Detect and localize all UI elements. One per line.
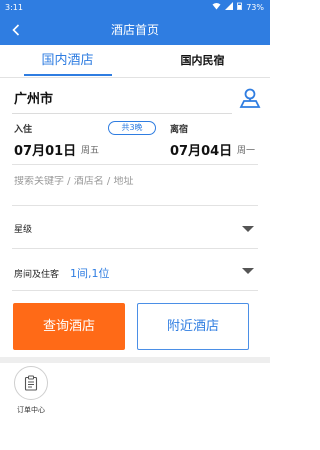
- order-center-shortcut[interactable]: 订单中心: [11, 366, 51, 418]
- nearby-hotels-button[interactable]: 附近酒店: [137, 303, 249, 350]
- search-input[interactable]: [14, 176, 254, 187]
- divider: [12, 290, 258, 291]
- star-rating-selector[interactable]: 星级: [12, 212, 258, 246]
- divider: [12, 164, 258, 165]
- clipboard-icon: [24, 375, 38, 391]
- hotel-type-tabs: 国内酒店 国内民宿: [0, 45, 270, 78]
- battery-percent: 73%: [246, 3, 264, 12]
- status-time: 3:11: [5, 3, 23, 12]
- tab-domestic-homestay[interactable]: 国内民宿: [135, 45, 270, 77]
- status-bar: 3:11 73%: [0, 0, 270, 15]
- city-name: 广州市: [14, 92, 54, 107]
- checkout-weekday: 周一: [237, 146, 256, 156]
- checkout-date-picker[interactable]: 离宿 07月04日 周一: [170, 120, 260, 164]
- map-pin-icon: [239, 88, 261, 108]
- divider: [12, 248, 258, 249]
- wifi-icon: [212, 0, 221, 15]
- search-hotels-button[interactable]: 查询酒店: [13, 303, 125, 350]
- chevron-down-icon: [242, 268, 254, 274]
- chevron-down-icon: [242, 226, 254, 232]
- tab-domestic-hotel[interactable]: 国内酒店: [0, 45, 135, 77]
- status-icons: 73%: [212, 0, 264, 15]
- room-guests-value: 1间,1位: [70, 267, 110, 280]
- nights-badge: 共3晚: [108, 121, 156, 135]
- search-field-row: [12, 170, 258, 204]
- order-center-label: 订单中心: [17, 406, 45, 414]
- checkin-weekday: 周五: [81, 146, 100, 156]
- star-rating-label: 星级: [14, 225, 33, 235]
- order-center-icon-circle: [14, 366, 48, 400]
- room-guests-selector[interactable]: 房间及住客 1间,1位: [12, 255, 258, 289]
- divider: [12, 205, 258, 206]
- section-separator: [0, 357, 270, 363]
- active-tab-indicator: [24, 74, 112, 76]
- page-title: 酒店首页: [110, 23, 159, 37]
- room-guests-label: 房间及住客: [14, 270, 60, 280]
- signal-icon: [225, 0, 234, 15]
- checkout-label: 离宿: [170, 125, 189, 135]
- battery-icon: [237, 0, 243, 15]
- nav-bar: 酒店首页: [0, 15, 270, 45]
- checkin-label: 入住: [14, 125, 33, 135]
- checkin-date: 07月01日: [14, 144, 77, 159]
- location-button[interactable]: [238, 86, 262, 110]
- city-selector[interactable]: 广州市: [12, 84, 232, 114]
- checkout-date: 07月04日: [170, 144, 233, 159]
